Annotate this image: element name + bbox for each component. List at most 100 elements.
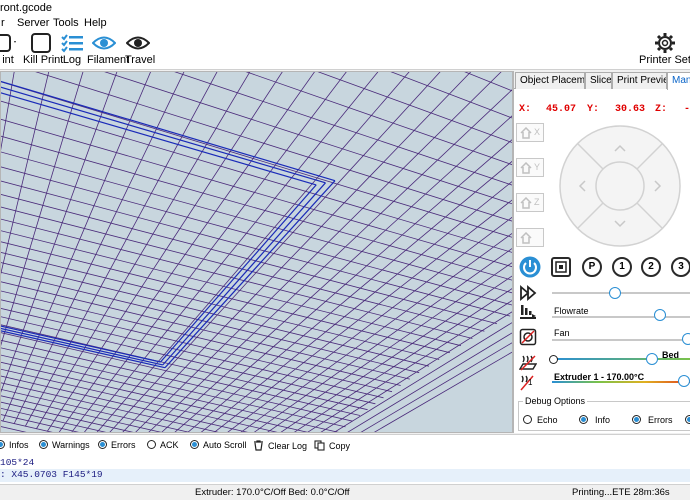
menu-help[interactable]: Help — [84, 17, 107, 29]
home-z-button[interactable]: Z — [516, 193, 544, 212]
toolbar: int Kill Print Log Filament Travel Print… — [0, 31, 690, 70]
home-icon — [520, 197, 532, 209]
tab-manual-control[interactable]: Manu — [667, 72, 690, 90]
printer-settings-button[interactable]: Printer Setting — [639, 33, 690, 66]
grid-line — [320, 311, 512, 432]
ack-radio[interactable] — [147, 440, 156, 449]
grid-line — [245, 72, 512, 166]
home-icon — [520, 232, 532, 244]
grid-line — [1, 218, 473, 339]
log-warnings-toggle[interactable]: Warnings — [39, 440, 90, 450]
warnings-radio[interactable] — [39, 440, 48, 449]
toolpath-line — [1, 330, 166, 369]
grid-line — [390, 72, 512, 119]
status-bar: Extruder: 170.0°C/Off Bed: 0.0°C/Off Pri… — [0, 484, 690, 500]
power-icon[interactable] — [518, 255, 542, 279]
grid-line — [1, 271, 420, 374]
flowrate-icon — [520, 305, 536, 319]
grid-line — [1, 72, 513, 164]
tab-slicer[interactable]: Slicer — [585, 72, 612, 89]
copy-log-button[interactable]: Copy — [314, 440, 350, 451]
extruder-index: 1 — [528, 378, 533, 387]
debug-options-legend: Debug Options — [523, 396, 588, 406]
motors-off-button[interactable] — [551, 257, 571, 277]
grid-line — [1, 72, 513, 135]
grid-line — [347, 332, 512, 432]
grid-line — [294, 288, 512, 432]
flowrate-label: Flowrate — [554, 306, 589, 316]
travel-button[interactable]: Travel — [125, 33, 155, 66]
title-bar: ront.gcode — [0, 0, 690, 17]
clear-log-button[interactable]: Clear Log — [253, 440, 307, 451]
debug-errors-label: Errors — [648, 415, 673, 425]
menu-tools[interactable]: Tools — [53, 17, 79, 29]
extruder-slider-track — [552, 381, 690, 383]
grid-line — [1, 368, 278, 432]
log-infos-toggle[interactable]: Infos — [0, 440, 29, 450]
log-errors-toggle[interactable]: Errors — [98, 440, 136, 450]
print-button[interactable]: int — [0, 33, 16, 66]
gear-icon — [654, 33, 675, 53]
infos-radio[interactable] — [0, 440, 5, 449]
home-all-button[interactable] — [516, 228, 544, 247]
log-ack-toggle[interactable]: ACK — [147, 440, 179, 450]
log-output[interactable]: 105*24 : X45.0703 F145*19 — [0, 456, 690, 484]
debug-errors-radio[interactable] — [632, 415, 641, 424]
menu-printer[interactable]: r — [1, 17, 5, 29]
flowrate-slider-thumb[interactable] — [654, 309, 667, 321]
flowrate-slider-track — [552, 316, 690, 318]
stop-icon — [31, 33, 51, 53]
heated-bed-icon[interactable] — [519, 353, 537, 371]
log-line: 105*24 — [0, 457, 35, 468]
grid-line — [374, 351, 512, 432]
quick-button-1[interactable]: 1 — [612, 257, 632, 277]
grid-line — [1, 194, 498, 325]
quick-button-3[interactable]: 3 — [671, 257, 690, 277]
grid-line — [280, 275, 512, 432]
fast-forward-icon[interactable] — [519, 284, 537, 302]
grid-line — [1, 72, 50, 275]
bed-slider-thumb[interactable] — [646, 353, 659, 365]
x-value: 45.07 — [546, 104, 577, 115]
eye-icon — [92, 36, 116, 50]
fan-slider-thumb[interactable] — [682, 333, 690, 345]
quick-button-p[interactable]: P — [582, 257, 602, 277]
tab-print-preview[interactable]: Print Preview — [612, 72, 667, 89]
tab-object-placement[interactable]: Object Placement — [515, 72, 585, 89]
home-x-button[interactable]: X — [516, 123, 544, 142]
filament-button[interactable]: Filament — [87, 33, 129, 66]
home-y-button[interactable]: Y — [516, 158, 544, 177]
grid-line — [2, 72, 151, 422]
grid-line — [161, 115, 512, 432]
z-value: -( — [684, 104, 690, 115]
grid-line — [1, 206, 485, 332]
grid-line — [1, 308, 384, 399]
debug-echo-label: Echo — [537, 415, 558, 425]
jog-pad[interactable] — [554, 121, 690, 251]
speed-slider-thumb[interactable] — [608, 287, 621, 299]
log-options-bar: Infos Warnings Errors ACK Auto Scroll Cl… — [0, 434, 690, 456]
log-button[interactable]: Log — [60, 33, 84, 66]
window-title: ront.gcode — [0, 2, 52, 14]
debug-info-radio[interactable] — [579, 415, 588, 424]
log-list-icon — [61, 34, 83, 53]
fan-label: Fan — [554, 328, 570, 338]
grid-line — [174, 72, 512, 186]
quick-button-2[interactable]: 2 — [641, 257, 661, 277]
log-auto-scroll-toggle[interactable]: Auto Scroll — [190, 440, 247, 450]
3d-viewport[interactable] — [0, 71, 513, 433]
errors-radio[interactable] — [98, 440, 107, 449]
grid-line — [1, 241, 450, 354]
print-bed-grid — [1, 72, 513, 432]
fan-icon[interactable] — [519, 328, 537, 346]
temperature-status: Extruder: 170.0°C/Off Bed: 0.0°C/Off — [195, 487, 350, 498]
fan-slider-track — [552, 339, 690, 341]
menu-server[interactable]: Server — [17, 17, 49, 29]
x-label: X: — [519, 104, 532, 115]
debug-echo-radio[interactable] — [523, 415, 532, 424]
extruder-slider-thumb[interactable] — [678, 375, 690, 387]
kill-print-button[interactable]: Kill Print — [23, 33, 63, 66]
tab-bar: Object Placement Slicer Print Preview Ma… — [514, 71, 690, 90]
debug-extra-radio[interactable] — [685, 415, 690, 424]
auto-scroll-radio[interactable] — [190, 440, 199, 449]
